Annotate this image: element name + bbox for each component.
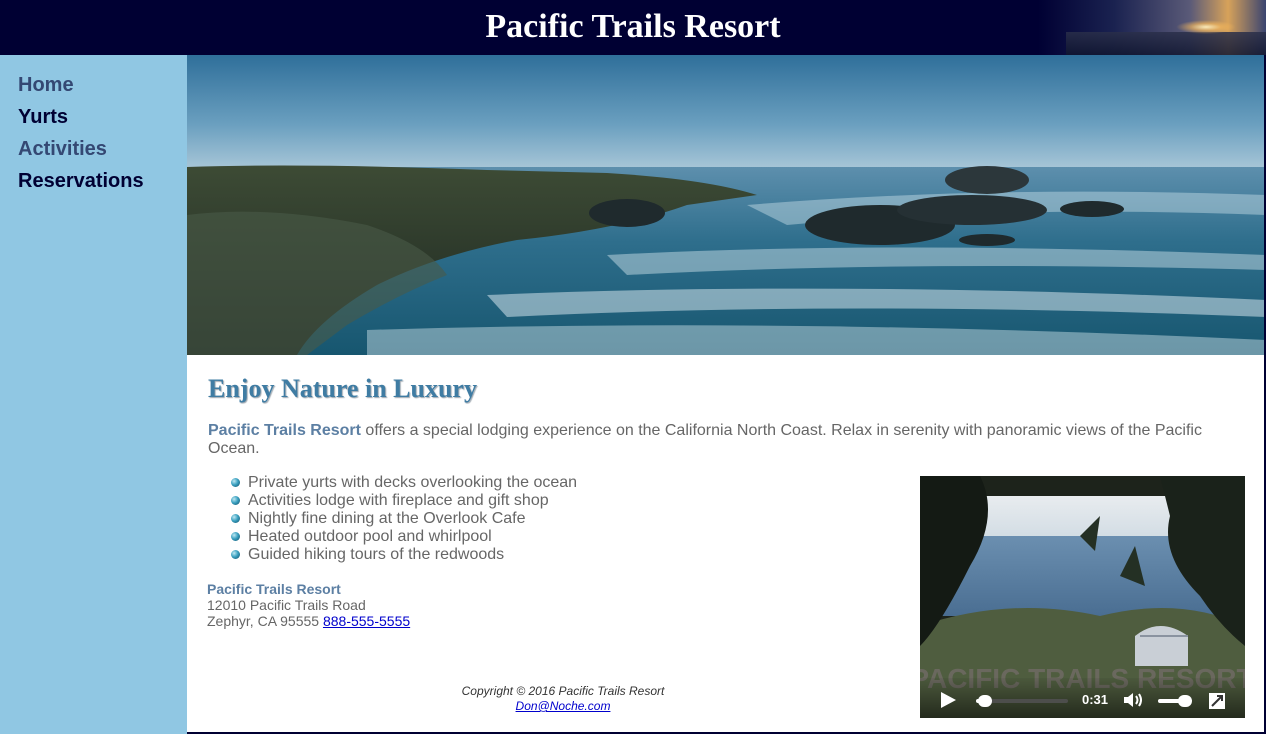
- copyright-text: Copyright © 2016 Pacific Trails Resort: [461, 684, 665, 698]
- email-link[interactable]: Don@Noche.com: [516, 699, 611, 713]
- feature-text: Private yurts with decks overlooking the…: [248, 474, 578, 491]
- bullet-icon: [231, 514, 240, 523]
- volume-icon[interactable]: [1123, 691, 1145, 709]
- volume-handle[interactable]: [1178, 695, 1193, 707]
- address-city: Zephyr, CA 95555: [207, 613, 320, 629]
- list-item: Nightly fine dining at the Overlook Cafe: [228, 510, 577, 528]
- nav-link-yurts[interactable]: Yurts: [18, 106, 68, 128]
- site-title: Pacific Trails Resort: [485, 8, 781, 45]
- footer: Copyright © 2016 Pacific Trails Resort D…: [187, 684, 939, 714]
- nav-item-home: Home: [18, 73, 187, 105]
- fullscreen-icon[interactable]: [1208, 692, 1226, 710]
- seek-handle[interactable]: [978, 695, 993, 707]
- sidebar: Home Yurts Activities Reservations: [0, 55, 187, 734]
- coastline-illustration: [187, 55, 1266, 355]
- list-item: Heated outdoor pool and whirlpool: [228, 528, 577, 546]
- intro-resort-name: Pacific Trails Resort: [208, 422, 361, 439]
- feature-text: Activities lodge with fireplace and gift…: [248, 492, 549, 509]
- feature-text: Heated outdoor pool and whirlpool: [248, 528, 492, 545]
- bullet-icon: [231, 478, 240, 487]
- hero-coastline-image: [187, 55, 1266, 355]
- address-block: Pacific Trails Resort 12010 Pacific Trai…: [207, 581, 410, 629]
- list-item: Private yurts with decks overlooking the…: [228, 474, 577, 492]
- nav-item-reservations: Reservations: [18, 169, 187, 201]
- nav-item-activities: Activities: [18, 137, 187, 169]
- bullet-icon: [231, 496, 240, 505]
- nav-link-home[interactable]: Home: [18, 74, 74, 96]
- bullet-icon: [231, 532, 240, 541]
- list-item: Activities lodge with fireplace and gift…: [228, 492, 577, 510]
- video-time: 0:31: [1082, 692, 1109, 707]
- nav-item-yurts: Yurts: [18, 105, 187, 137]
- features-list: Private yurts with decks overlooking the…: [228, 474, 577, 564]
- nav-list: Home Yurts Activities Reservations: [0, 55, 187, 201]
- address-city-line: Zephyr, CA 95555 888-555-5555: [207, 613, 410, 629]
- address-street: 12010 Pacific Trails Road: [207, 597, 366, 613]
- nav-link-reservations[interactable]: Reservations: [18, 170, 144, 192]
- phone-link[interactable]: 888-555-5555: [323, 613, 410, 629]
- page-heading: Enjoy Nature in Luxury: [208, 374, 477, 403]
- list-item: Guided hiking tours of the redwoods: [228, 546, 577, 564]
- seek-bar[interactable]: [976, 695, 1068, 707]
- address-name: Pacific Trails Resort: [207, 581, 341, 597]
- site-header: Pacific Trails Resort: [0, 0, 1266, 55]
- bullet-icon: [231, 550, 240, 559]
- feature-text: Nightly fine dining at the Overlook Cafe: [248, 510, 526, 527]
- video-controls: 0:31: [920, 678, 1245, 718]
- feature-text: Guided hiking tours of the redwoods: [248, 546, 505, 563]
- video-player[interactable]: PACIFIC TRAILS RESORT 0:31: [920, 476, 1245, 718]
- play-icon[interactable]: [938, 690, 958, 710]
- volume-slider[interactable]: [1158, 695, 1193, 707]
- intro-paragraph: Pacific Trails Resort offers a special l…: [208, 422, 1218, 458]
- nav-link-activities[interactable]: Activities: [18, 138, 107, 160]
